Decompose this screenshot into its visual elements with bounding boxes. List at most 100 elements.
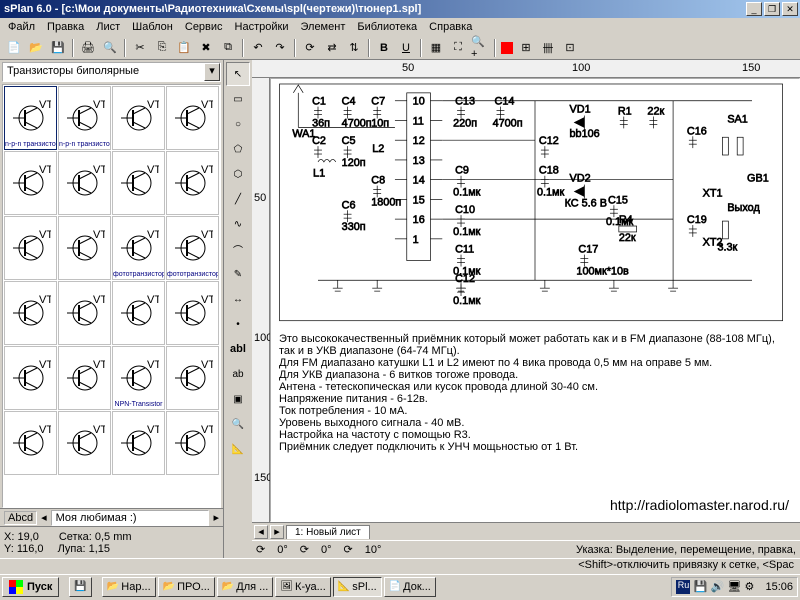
task-button[interactable]: 🖼К-уа...: [275, 577, 330, 597]
library-item[interactable]: VT0: [166, 86, 219, 150]
library-item[interactable]: VT0: [166, 411, 219, 475]
menu-service[interactable]: Сервис: [179, 19, 229, 35]
cut-icon[interactable]: ✂: [130, 38, 150, 58]
task-button[interactable]: 📂ПРО...: [158, 577, 215, 597]
library-item[interactable]: VT0: [112, 151, 165, 215]
bold-icon[interactable]: B: [374, 38, 394, 58]
flip-v-icon[interactable]: ⇅: [344, 38, 364, 58]
drawing-canvas[interactable]: 101112131415161WA1C136пC2C44700пC5120пC7…: [270, 78, 800, 522]
library-item[interactable]: VT0: [58, 216, 111, 280]
print-icon[interactable]: 🖨: [78, 38, 98, 58]
task-button[interactable]: 📂Нар...: [102, 577, 156, 597]
library-item[interactable]: VT0: [166, 346, 219, 410]
menu-library[interactable]: Библиотека: [351, 19, 423, 35]
dimension-tool[interactable]: ↔: [226, 287, 250, 311]
library-item[interactable]: VT0: [166, 151, 219, 215]
rotate-icon[interactable]: ⟳: [300, 543, 309, 556]
custom-lib-name[interactable]: Моя любимая :): [51, 510, 210, 526]
rect-tool[interactable]: ▭: [226, 87, 250, 111]
menu-sheet[interactable]: Лист: [90, 19, 126, 35]
close-button[interactable]: ✕: [782, 2, 798, 16]
underline-icon[interactable]: U: [396, 38, 416, 58]
zoom-fit-icon[interactable]: ⛶: [448, 38, 468, 58]
zoom-tool[interactable]: 🔍: [226, 412, 250, 436]
line-tool[interactable]: ╱: [226, 187, 250, 211]
start-button[interactable]: Пуск: [2, 577, 59, 597]
library-item[interactable]: VT0: [58, 411, 111, 475]
library-item[interactable]: VT0NPN-Transistor: [112, 346, 165, 410]
grid-icon[interactable]: ▦: [426, 38, 446, 58]
maximize-button[interactable]: ❐: [764, 2, 780, 16]
menu-edit[interactable]: Правка: [41, 19, 90, 35]
shape-tool[interactable]: ⬠: [226, 137, 250, 161]
library-item[interactable]: VT0: [4, 281, 57, 345]
node-tool[interactable]: •: [226, 312, 250, 336]
tool-b-icon[interactable]: 卌: [538, 38, 558, 58]
library-item[interactable]: VT0: [112, 281, 165, 345]
tray-icon[interactable]: 🖥: [727, 580, 741, 594]
library-item[interactable]: VT0: [112, 411, 165, 475]
curve-tool[interactable]: ∿: [226, 212, 250, 236]
tab-next[interactable]: ▸: [270, 525, 284, 539]
zoom-in-icon[interactable]: 🔍+: [470, 38, 490, 58]
library-nav-next[interactable]: ▸: [213, 511, 219, 524]
save-icon[interactable]: 💾: [48, 38, 68, 58]
task-button-active[interactable]: 📐sPl...: [333, 577, 382, 597]
pointer-tool[interactable]: ↖: [226, 62, 250, 86]
open-icon[interactable]: 📂: [26, 38, 46, 58]
tray-icon[interactable]: 💾: [693, 580, 707, 594]
menu-settings[interactable]: Настройки: [229, 19, 295, 35]
paste-icon[interactable]: 📋: [174, 38, 194, 58]
rotate-icon[interactable]: ⟳: [256, 543, 265, 556]
menu-element[interactable]: Элемент: [294, 19, 351, 35]
rotate-icon[interactable]: ⟳: [300, 38, 320, 58]
library-item[interactable]: VT0n-p-n транзистор: [4, 86, 57, 150]
library-item[interactable]: VT0фототранзистор: [166, 216, 219, 280]
poly-tool[interactable]: ⬡: [226, 162, 250, 186]
preview-icon[interactable]: 🔍: [100, 38, 120, 58]
tray-icon[interactable]: ⚙: [744, 580, 758, 594]
image-tool[interactable]: ▣: [226, 387, 250, 411]
tray-icon[interactable]: 🔊: [710, 580, 724, 594]
sheet-tab-1[interactable]: 1: Новый лист: [286, 525, 370, 539]
bezier-tool[interactable]: ⌒: [226, 237, 250, 261]
delete-icon[interactable]: ✖: [196, 38, 216, 58]
freehand-tool[interactable]: ✎: [226, 262, 250, 286]
library-item[interactable]: VT0: [112, 86, 165, 150]
library-category-select[interactable]: Транзисторы биполярные ▾: [2, 62, 221, 82]
tool-c-icon[interactable]: ⊡: [560, 38, 580, 58]
library-item[interactable]: VT0: [4, 411, 57, 475]
undo-icon[interactable]: ↶: [248, 38, 268, 58]
library-nav-prev[interactable]: Abcd: [4, 511, 37, 525]
task-button[interactable]: 📄Док...: [384, 577, 436, 597]
menu-template[interactable]: Шаблон: [126, 19, 179, 35]
chevron-down-icon[interactable]: ▾: [204, 63, 220, 81]
library-item[interactable]: VT0фототранзистор: [112, 216, 165, 280]
minimize-button[interactable]: _: [746, 2, 762, 16]
color-red-icon[interactable]: [500, 41, 514, 55]
task-button[interactable]: 📂Для ...: [217, 577, 274, 597]
tool-a-icon[interactable]: ⊞: [516, 38, 536, 58]
flip-h-icon[interactable]: ⇄: [322, 38, 342, 58]
rotate-icon[interactable]: ⟳: [344, 543, 353, 556]
library-item[interactable]: VT0: [58, 151, 111, 215]
tray-icon[interactable]: Ru: [676, 580, 690, 594]
library-item[interactable]: VT0: [58, 281, 111, 345]
clock[interactable]: 15:06: [765, 581, 793, 593]
circle-tool[interactable]: ○: [226, 112, 250, 136]
duplicate-icon[interactable]: ⧉: [218, 38, 238, 58]
library-item[interactable]: VT0: [58, 346, 111, 410]
text-tool[interactable]: ab: [226, 362, 250, 386]
new-icon[interactable]: 📄: [4, 38, 24, 58]
copy-icon[interactable]: ⎘: [152, 38, 172, 58]
library-item[interactable]: VT0: [166, 281, 219, 345]
library-item[interactable]: VT0: [4, 346, 57, 410]
redo-icon[interactable]: ↷: [270, 38, 290, 58]
library-item[interactable]: VT0: [4, 216, 57, 280]
menu-help[interactable]: Справка: [423, 19, 478, 35]
quicklaunch[interactable]: 💾: [69, 577, 91, 597]
library-item[interactable]: VT0n-p-n транзистор: [58, 86, 111, 150]
library-item[interactable]: VT0: [4, 151, 57, 215]
tab-prev[interactable]: ◂: [254, 525, 268, 539]
label-tool[interactable]: abl: [226, 337, 250, 361]
